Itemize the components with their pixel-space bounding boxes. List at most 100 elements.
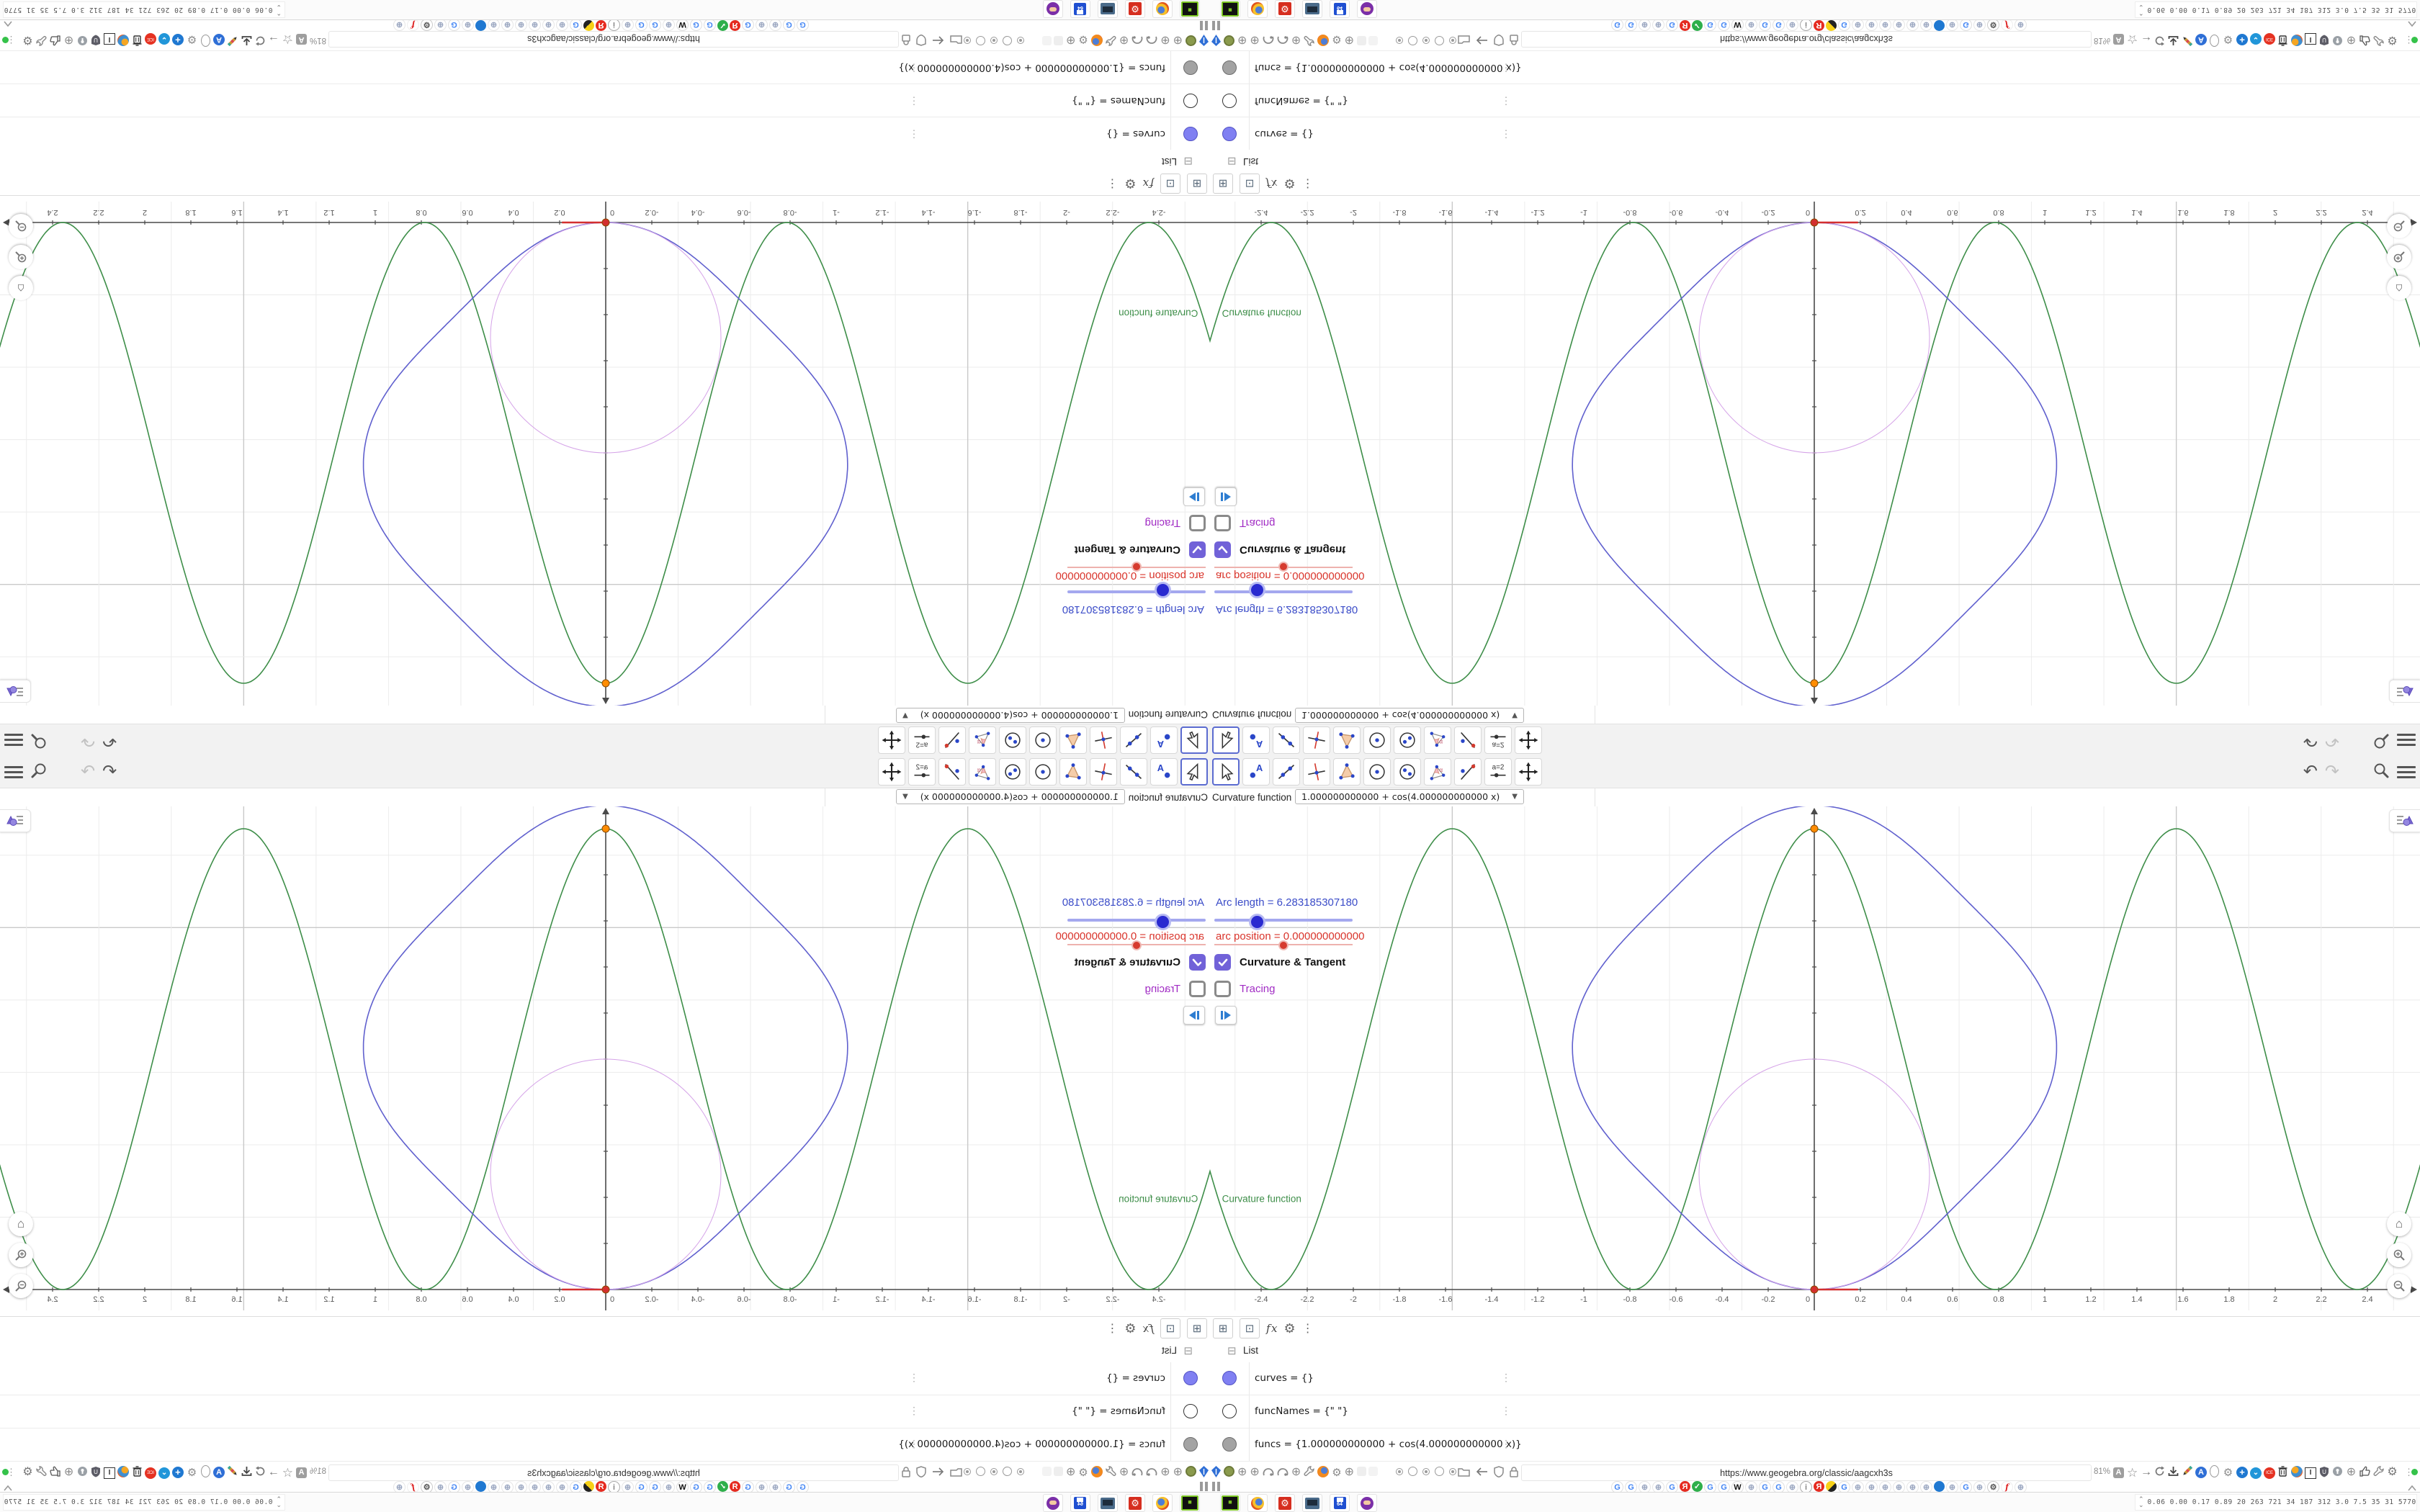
tab-favicon-globe[interactable]: ⊕ [1745, 19, 1757, 31]
translate-gray-icon[interactable]: A [2113, 34, 2124, 45]
gear-outline-icon[interactable]: ⚙ [2387, 1467, 2398, 1478]
tool-line[interactable] [1120, 726, 1147, 754]
translate-gray-icon[interactable]: A [2113, 1467, 2124, 1478]
play-step-button[interactable] [1215, 1006, 1237, 1025]
translate-blue-icon[interactable]: A [213, 34, 225, 45]
wrench-icon[interactable] [1106, 1466, 1116, 1479]
tab-favicon-globe[interactable]: ⊕ [622, 19, 634, 31]
translate-blue-icon[interactable]: A [2195, 34, 2207, 45]
tab-favicon-yandex[interactable]: Я [1814, 1481, 1824, 1492]
home-button[interactable]: ⌂ [9, 1212, 33, 1236]
indicator-circle[interactable] [1408, 34, 1417, 45]
tab-favicon-globe[interactable]: ⊕ [1946, 19, 1958, 31]
tab-favicon-blue-dot[interactable] [475, 1481, 486, 1492]
taskbar-app-anydesk-purple[interactable] [1357, 0, 1377, 18]
visibility-marble[interactable] [1222, 60, 1237, 75]
arc-length-slider[interactable] [1214, 590, 1353, 593]
firefox-icon[interactable] [1090, 1465, 1103, 1480]
back-arrow-icon[interactable] [932, 34, 944, 46]
tab-favicon-globe[interactable]: ⊕ [1906, 19, 1919, 31]
pin-icon[interactable] [1211, 1465, 1221, 1480]
algebra-row-curves[interactable]: curves = {} ⋮ [1210, 117, 2420, 150]
tracing-checkbox[interactable] [1189, 981, 1206, 997]
globe-icon[interactable]: ⊕ [2346, 34, 2357, 46]
thumb-up-icon[interactable] [50, 33, 60, 46]
down-blue-icon[interactable]: ⌄ [2250, 1467, 2262, 1479]
globe-icon[interactable]: ⊕ [1160, 1466, 1170, 1478]
zoom-out-button[interactable] [9, 214, 33, 238]
layout-grid-icon[interactable]: ⊞ [1213, 1318, 1233, 1338]
taskbar-app-screenshot-tool[interactable] [1302, 1494, 1322, 1512]
undo-icon[interactable]: ↶ [102, 762, 117, 781]
tab-favicon-blue-dot[interactable] [1934, 20, 1945, 31]
tool-move-graphics-view[interactable] [878, 726, 905, 754]
tool-angle[interactable]: α [1424, 726, 1451, 754]
arc-position-slider-handle[interactable] [1131, 562, 1142, 572]
tab-favicon-google[interactable]: G [1960, 19, 1972, 31]
down-blue-icon[interactable]: ⌄ [158, 1467, 170, 1479]
algebra-row-funcNames[interactable]: funcNames = {" "} ⋮ [0, 1395, 1210, 1428]
tool-move-graphics-view[interactable] [1515, 726, 1542, 754]
visibility-marble[interactable] [1222, 1371, 1237, 1385]
indicator-circle[interactable] [1017, 1467, 1024, 1477]
marker-icon[interactable] [228, 1465, 238, 1479]
tab-favicon-image-yellow[interactable] [583, 1481, 594, 1492]
algebra-row-funcNames[interactable]: funcNames = {" "} ⋮ [1210, 84, 2420, 117]
algebra-row-funcs[interactable]: funcs = {1.000000000000 + cos(4.00000000… [0, 50, 1210, 84]
lock-icon[interactable] [1510, 33, 1518, 47]
home-button[interactable]: ⌂ [2387, 1212, 2411, 1236]
tab-favicon-blue-dot[interactable] [1934, 1481, 1945, 1492]
tab-favicon-globe[interactable]: ⊕ [434, 19, 447, 31]
indicator-circle[interactable] [964, 35, 971, 45]
undo-icon[interactable]: ↶ [2303, 731, 2318, 750]
tab-favicon-globe[interactable]: ⊕ [756, 19, 768, 31]
tab-favicon-yandex[interactable]: Я [1680, 1481, 1690, 1492]
graphics-view[interactable]: -2.4 -2.2 -2 -1.8 -1.6 -1.4 -1.2 -1 -0.8 -0.6 -0.4… [1210, 202, 2420, 706]
trash-icon[interactable] [2277, 1466, 2288, 1479]
graphics-view[interactable]: -2.4 -2.2 -2 -1.8 -1.6 -1.4 -1.2 -1 -0.8 -0.6 -0.4… [0, 202, 1210, 706]
gauge-icon[interactable] [1263, 34, 1274, 46]
tool-perpendicular-line[interactable] [1090, 726, 1117, 754]
search-icon[interactable] [2372, 762, 2390, 783]
gear-icon[interactable]: ⚙ [2223, 1467, 2233, 1478]
tab-favicon-google[interactable]: G [1838, 19, 1850, 31]
taskbar-app-anydesk-purple[interactable] [1043, 0, 1063, 18]
globe-icon[interactable]: ⊕ [63, 1466, 74, 1478]
tool-slider[interactable]: a=2 [1484, 726, 1512, 754]
kebab-menu-icon[interactable]: ⋮ [1501, 1372, 1511, 1384]
visibility-marble[interactable] [1183, 1437, 1198, 1452]
graphics-view[interactable]: -2.4 -2.2 -2 -1.8 -1.6 -1.4 -1.2 -1 -0.8 -0.6 -0.4… [0, 806, 1210, 1310]
tool-point[interactable]: A [1150, 726, 1178, 754]
gear-outline-icon[interactable]: ⚙ [2387, 34, 2398, 46]
taskbar-app-anydesk-purple[interactable] [1357, 1494, 1377, 1512]
collapse-icon[interactable]: ⊟ [1227, 1344, 1237, 1357]
taskbar-app-floppy[interactable]: 64 [1070, 0, 1090, 18]
visibility-marble[interactable] [1183, 1404, 1198, 1418]
trash-icon[interactable] [2277, 33, 2288, 46]
indicator-circle[interactable] [964, 1467, 971, 1477]
tab-favicon-google[interactable]: G [1759, 19, 1771, 31]
url-bar[interactable]: https://www.geogebra.org/classic/aagcxh3… [1521, 1464, 2092, 1481]
tool-reflect-about-line[interactable] [938, 758, 966, 786]
arc-length-slider-handle[interactable] [1155, 914, 1171, 930]
tab-favicon-image-yellow[interactable] [1826, 1481, 1837, 1492]
algebra-row-funcNames[interactable]: funcNames = {" "} ⋮ [0, 84, 1210, 117]
shield-round-icon[interactable] [2332, 1466, 2343, 1479]
back-arrow-icon[interactable] [1476, 34, 1488, 46]
globe-icon[interactable]: ⊕ [1066, 34, 1075, 46]
folder-icon[interactable] [1458, 34, 1470, 46]
folder-icon[interactable] [1458, 1467, 1470, 1479]
indicator-circle[interactable] [1396, 35, 1403, 45]
arc-position-slider-handle[interactable] [1131, 940, 1142, 950]
gear-icon[interactable]: ⚙ [1332, 1467, 1341, 1478]
search-icon[interactable] [30, 762, 48, 783]
globe-icon[interactable]: ⊕ [1237, 1467, 1247, 1478]
tool-ellipse[interactable] [999, 758, 1026, 786]
collapse-icon[interactable]: ⊟ [1183, 155, 1193, 168]
gear-icon[interactable]: ⚙ [1124, 176, 1136, 192]
record-red-icon[interactable]: ICE [145, 1466, 156, 1479]
globe-icon[interactable]: ⊕ [1291, 34, 1301, 46]
kebab-menu-icon[interactable]: ⋮ [909, 62, 919, 74]
panel-options-icon[interactable]: ⊡ [1240, 1318, 1260, 1338]
gear-icon[interactable]: ⚙ [1284, 176, 1296, 192]
